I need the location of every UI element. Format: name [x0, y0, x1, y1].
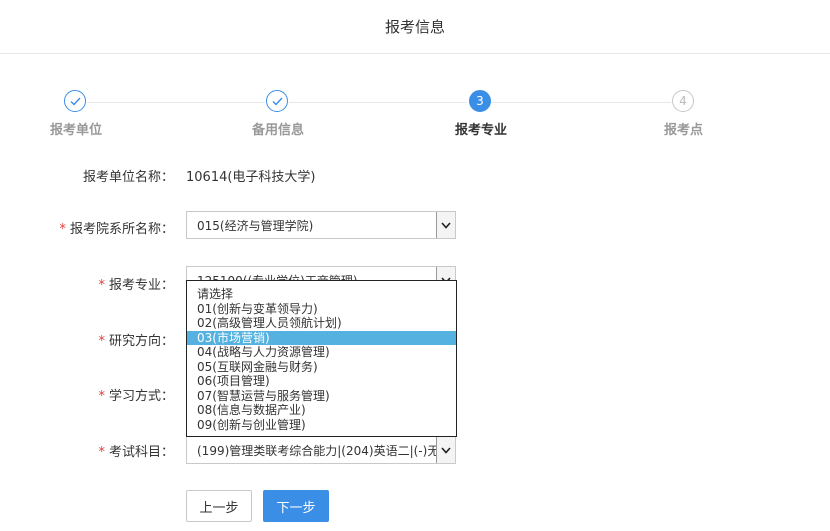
department-select[interactable]: 015(经济与管理学院) [186, 211, 456, 239]
department-label: * 报考院系所名称： [59, 222, 174, 237]
direction-dropdown-list[interactable]: 请选择 01(创新与变革领导力) 02(高级管理人员领航计划) 03(市场营销)… [186, 280, 457, 437]
dropdown-option-highlighted[interactable]: 03(市场营销) [187, 330, 456, 345]
unit-value: 10614(电子科技大学) [186, 170, 316, 185]
unit-label: 报考单位名称： [82, 170, 174, 185]
dropdown-option[interactable]: 09(创新与创业管理) [187, 418, 456, 433]
step-connector [491, 102, 671, 103]
dropdown-option[interactable]: 01(创新与变革领导力) [187, 302, 456, 317]
step-3-label: 报考专业 [455, 123, 508, 138]
study-mode-label: * 学习方式： [98, 389, 174, 404]
step-connector [87, 102, 265, 103]
exam-subjects-select[interactable]: (199)管理类联考综合能力|(204)英语二|(-)无 [186, 436, 456, 464]
step-3-number: 3 [469, 90, 491, 112]
dropdown-option[interactable]: 06(项目管理) [187, 374, 456, 389]
required-mark: * [98, 389, 105, 404]
dropdown-option[interactable]: 07(智慧运营与服务管理) [187, 389, 456, 404]
page-title: 报考信息 [384, 18, 445, 36]
prev-step-button[interactable]: 上一步 [186, 490, 252, 522]
next-step-button[interactable]: 下一步 [263, 490, 329, 522]
direction-label: * 研究方向： [98, 334, 174, 349]
step-1-check-icon [64, 90, 86, 112]
step-2-label: 备用信息 [252, 123, 305, 138]
required-mark: * [98, 445, 105, 460]
page-header: 报考信息 [0, 0, 830, 54]
required-mark: * [59, 222, 66, 237]
major-label: * 报考专业： [98, 278, 174, 293]
exam-subjects-label: * 考试科目： [98, 445, 174, 460]
step-4-label: 报考点 [664, 123, 704, 138]
dropdown-option[interactable]: 05(互联网金融与财务) [187, 360, 456, 375]
dropdown-option[interactable]: 02(高级管理人员领航计划) [187, 316, 456, 331]
step-1-label: 报考单位 [50, 123, 103, 138]
step-4-number: 4 [672, 90, 694, 112]
required-mark: * [98, 334, 105, 349]
step-connector [289, 102, 467, 103]
dropdown-option[interactable]: 请选择 [187, 287, 456, 302]
dropdown-option[interactable]: 08(信息与数据产业) [187, 403, 456, 418]
chevron-down-icon[interactable] [436, 212, 455, 238]
department-select-value: 015(经济与管理学院) [197, 218, 314, 233]
chevron-down-icon[interactable] [436, 437, 455, 463]
dropdown-option[interactable]: 04(战略与人力资源管理) [187, 345, 456, 360]
required-mark: * [98, 278, 105, 293]
exam-subjects-value: (199)管理类联考综合能力|(204)英语二|(-)无 [197, 443, 440, 458]
step-2-check-icon [266, 90, 288, 112]
